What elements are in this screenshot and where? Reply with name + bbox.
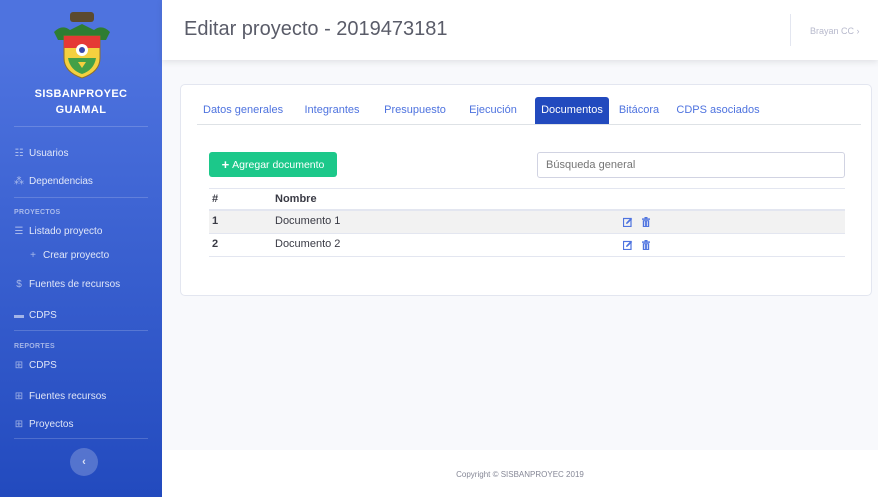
coat-of-arms-logo[interactable] [50,10,114,80]
add-document-label: Agregar documento [232,158,325,171]
tab-bitacora[interactable]: Bitácora [617,97,661,124]
sidebar-item-label: Fuentes de recursos [29,279,121,290]
tab-integrantes[interactable]: Integrantes [301,97,363,124]
trash-icon[interactable] [641,239,651,250]
users-icon: ☷ [14,148,24,159]
tab-documentos[interactable]: Documentos [535,97,609,124]
copyright-text: Copyright © SISBANPROYEC 2019 [456,470,584,479]
user-menu[interactable]: Brayan CC › [810,26,860,36]
sidebar-item-fuentes-de-recursos[interactable]: $ Fuentes de recursos [14,279,120,290]
topbar: Editar proyecto - 2019473181 Brayan CC › [162,0,878,60]
sidebar-item-label: Dependencias [29,176,93,187]
sidebar-item-label: CDPS [29,360,57,371]
sidebar-divider [14,438,148,439]
list-icon: ☰ [14,226,24,237]
row-actions [623,234,651,255]
card-icon: ▬ [14,310,24,321]
sidebar-heading-reportes: REPORTES [14,343,55,350]
sidebar-item-reporte-cdps[interactable]: ⊞ CDPS [14,360,57,371]
edit-icon[interactable] [623,240,633,250]
search-input[interactable] [537,152,845,178]
sidebar-item-label: Fuentes recursos [29,391,107,402]
sitemap-icon: ⁂ [14,176,24,187]
documents-table: # Nombre 1 Documento 1 2 Documento 2 [209,188,845,257]
row-number: 1 [212,215,219,227]
row-actions [623,211,651,232]
sidebar-item-label: Crear proyecto [43,250,110,261]
table-row: 1 Documento 1 [209,211,845,234]
brand-line-1: SISBANPROYEC [34,88,128,100]
sidebar-toggle-button[interactable]: ‹ [70,448,98,476]
table-header: # Nombre [209,188,845,211]
document-name: Documento 1 [275,215,341,227]
sidebar-item-cdps[interactable]: ▬ CDPS [14,310,57,321]
sidebar-divider [14,126,148,127]
column-header-name: Nombre [275,193,317,205]
edit-icon[interactable] [623,217,633,227]
sidebar-item-listado-proyecto[interactable]: ☰ Listado proyecto [14,226,103,237]
tab-cdps-asociados[interactable]: CDPS asociados [675,97,761,124]
sidebar-item-label: CDPS [29,310,57,321]
tab-presupuesto[interactable]: Presupuesto [382,97,448,124]
sidebar-heading-proyectos: PROYECTOS [14,209,61,216]
document-name: Documento 2 [275,238,341,250]
dollar-icon: $ [16,279,22,290]
plus-icon: + [221,156,230,172]
brand-name[interactable]: SISBANPROYEC GUAMAL [0,86,162,118]
column-header-number: # [212,193,219,205]
sidebar-item-label: Listado proyecto [29,226,103,237]
table-row: 2 Documento 2 [209,234,845,257]
footer: Copyright © SISBANPROYEC 2019 [162,450,878,497]
sidebar: SISBANPROYEC GUAMAL ☷ Usuarios ⁂ Depende… [0,0,162,497]
sidebar-item-usuarios[interactable]: ☷ Usuarios [14,148,69,159]
table-icon: ⊞ [14,391,24,402]
table-icon: ⊞ [14,419,24,430]
plus-icon: + [30,250,36,261]
tab-ejecucion[interactable]: Ejecución [465,97,521,124]
project-tabs: Datos generales Integrantes Presupuesto … [197,97,861,125]
sidebar-item-reporte-fuentes-recursos[interactable]: ⊞ Fuentes recursos [14,391,106,402]
chevron-left-icon: ‹ [82,456,86,468]
add-document-button[interactable]: + Agregar documento [209,152,337,177]
sidebar-item-label: Usuarios [29,148,69,159]
tab-datos-generales[interactable]: Datos generales [203,97,283,124]
sidebar-item-crear-proyecto[interactable]: + Crear proyecto [28,250,109,261]
sidebar-item-label: Proyectos [29,419,74,430]
sidebar-item-reporte-proyectos[interactable]: ⊞ Proyectos [14,419,74,430]
table-icon: ⊞ [14,360,24,371]
sidebar-item-dependencias[interactable]: ⁂ Dependencias [14,176,93,187]
trash-icon[interactable] [641,216,651,227]
row-number: 2 [212,238,219,250]
project-card: Datos generales Integrantes Presupuesto … [180,84,872,296]
topbar-divider [790,14,791,46]
sidebar-divider [14,197,148,198]
brand-line-2: GUAMAL [55,104,107,116]
sidebar-divider [14,330,148,331]
page-title: Editar proyecto - 2019473181 [184,18,448,40]
